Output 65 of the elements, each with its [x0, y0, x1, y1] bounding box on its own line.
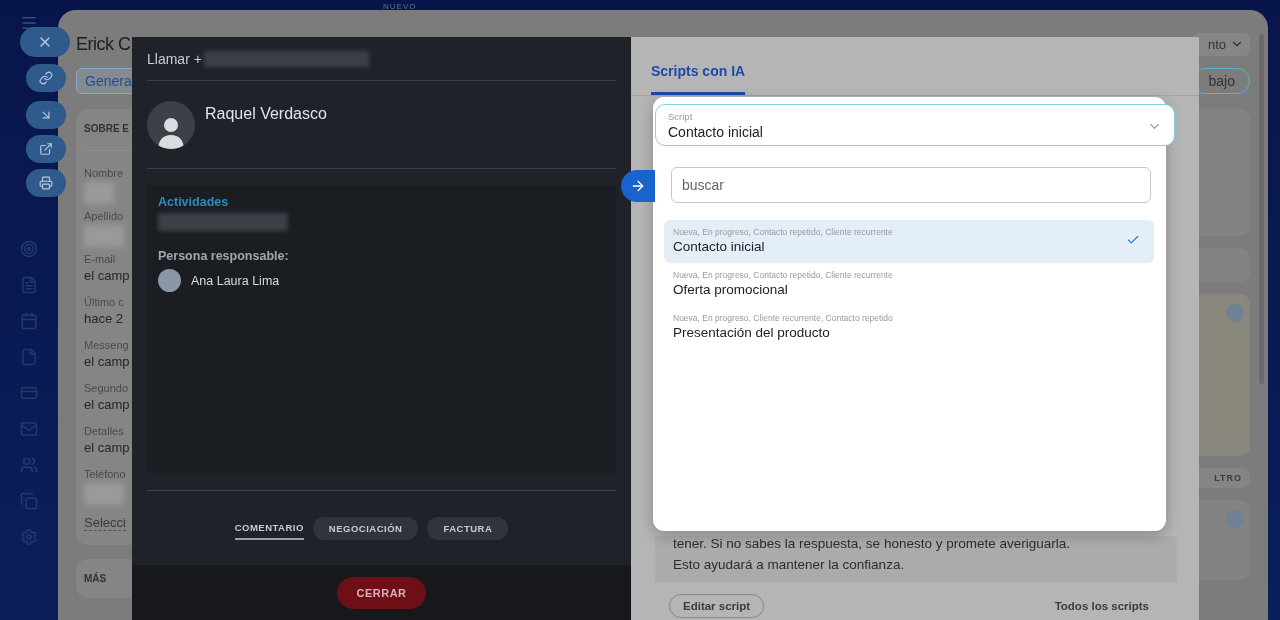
- avatar: [1226, 304, 1244, 322]
- arrow-button[interactable]: [621, 170, 655, 202]
- field-value: el camp: [84, 354, 130, 371]
- select-link[interactable]: Selecci: [84, 515, 126, 531]
- script-select[interactable]: Script Contacto inicial: [655, 104, 1175, 146]
- option-name: Presentación del producto: [673, 325, 830, 340]
- avatar-icon: [147, 101, 195, 149]
- print-button[interactable]: [26, 169, 66, 197]
- contact-name: Raquel Verdasco: [205, 105, 327, 124]
- menu-icon[interactable]: [20, 14, 38, 32]
- section-title: MÁS: [84, 573, 107, 584]
- users-icon[interactable]: [20, 456, 38, 474]
- responsible-name[interactable]: Ana Laura Lima: [191, 273, 280, 288]
- copy-icon[interactable]: [20, 492, 38, 510]
- document-icon[interactable]: [20, 276, 38, 294]
- field-value: el camp: [84, 268, 130, 285]
- activities-title: Actividades: [158, 195, 230, 209]
- script-text: tener. Si no sabes la respuesta, se honesto y promete averiguarla.: [673, 536, 1071, 551]
- field-label: Apellido: [84, 210, 124, 222]
- activity-tab[interactable]: FACTURA: [427, 517, 509, 540]
- field-label: Segundo: [84, 382, 129, 394]
- field-value: el camp: [84, 440, 130, 457]
- option-name: Oferta promocional: [673, 282, 788, 297]
- search-field[interactable]: buscar: [671, 167, 1151, 203]
- select-label: Script: [668, 111, 694, 122]
- link-icon: [39, 71, 53, 85]
- script-option[interactable]: Nueva, En progreso, Cliente recurrente, Contacto repetido Presentación del producto: [664, 306, 1154, 349]
- field-value: el camp: [84, 397, 130, 414]
- field-label: Messeng: [84, 339, 129, 351]
- option-name: Contacto inicial: [673, 239, 765, 254]
- activity-tab[interactable]: COMENTARIO: [234, 517, 304, 540]
- mail-icon[interactable]: [20, 420, 38, 438]
- field-label: Nombre: [84, 167, 124, 179]
- all-scripts-link[interactable]: Todos los scripts: [1054, 600, 1149, 612]
- script-option[interactable]: Nueva, En progreso, Contacto repetido, Cliente recurrente Oferta promocional: [664, 263, 1154, 306]
- external-link-icon: [39, 142, 53, 156]
- check-icon: [1126, 233, 1140, 247]
- responsible-label: Persona responsable:: [158, 249, 290, 263]
- section-title: SOBRE E: [84, 123, 129, 134]
- printer-icon: [39, 176, 53, 190]
- field-value: hace 2: [84, 311, 124, 328]
- close-button[interactable]: [20, 27, 70, 57]
- close-call-button[interactable]: CERRAR: [337, 576, 426, 609]
- script-option[interactable]: Nueva, En progreso, Contacto repetido, Cliente recurrente Contacto inicial: [664, 220, 1154, 263]
- new-label: NUEVO: [383, 2, 417, 11]
- record-title: Erick C: [76, 33, 131, 55]
- file-icon[interactable]: [20, 348, 38, 366]
- calendar-icon[interactable]: [20, 312, 38, 330]
- option-tags: Nueva, En progreso, Contacto repetido, Cliente recurrente: [673, 270, 893, 280]
- script-text: Esto ayudará a mantener la confianza.: [673, 557, 906, 572]
- settings-icon[interactable]: [20, 528, 38, 546]
- open-external-button[interactable]: [26, 135, 66, 163]
- link-button[interactable]: [26, 64, 66, 92]
- field-label: E-mail: [84, 253, 116, 265]
- option-tags: Nueva, En progreso, Contacto repetido, Cliente recurrente: [673, 227, 893, 237]
- call-title: Llamar +: [147, 50, 202, 67]
- option-tags: Nueva, En progreso, Cliente recurrente, Contacto repetido: [673, 313, 893, 323]
- activity-tab[interactable]: NEGOCIACIÓN: [312, 517, 419, 540]
- target-icon[interactable]: [20, 240, 38, 258]
- field-label: Teléfono: [84, 468, 126, 480]
- download-button[interactable]: [26, 101, 66, 129]
- field-label: Detalles: [84, 425, 124, 437]
- select-value: Contacto inicial: [668, 124, 763, 140]
- avatar: [158, 269, 181, 292]
- card-icon[interactable]: [20, 384, 38, 402]
